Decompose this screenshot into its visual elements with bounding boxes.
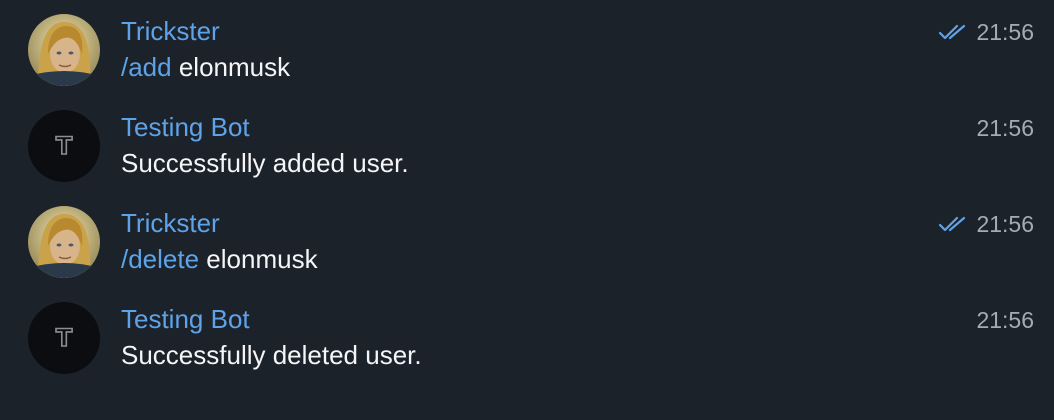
bot-avatar-letter: T: [56, 324, 73, 352]
user-avatar[interactable]: [28, 14, 100, 86]
user-photo-avatar: [28, 206, 100, 278]
message-row[interactable]: Trickster /delete elonmusk 21:56: [0, 192, 1054, 288]
message-meta: 21:56: [938, 210, 1034, 238]
message-time: 21:56: [976, 211, 1034, 237]
chat-history: Trickster /add elonmusk 21:56 T Testing …: [0, 0, 1054, 420]
sender-name[interactable]: Testing Bot: [121, 304, 250, 334]
message-time: 21:56: [976, 307, 1034, 333]
bot-letter-t-avatar: T: [28, 302, 100, 374]
message-text: /add elonmusk: [121, 52, 290, 82]
message-meta: 21:56: [976, 306, 1034, 334]
sender-name[interactable]: Trickster: [121, 208, 220, 238]
message-row[interactable]: T Testing Bot Successfully deleted user.…: [0, 288, 1054, 384]
bot-letter-t-avatar: T: [28, 110, 100, 182]
message-meta: 21:56: [976, 114, 1034, 142]
bot-command-link[interactable]: /add: [121, 52, 172, 82]
sender-name[interactable]: Testing Bot: [121, 112, 250, 142]
double-check-icon: [938, 215, 968, 233]
user-avatar[interactable]: [28, 206, 100, 278]
user-photo-avatar: [28, 14, 100, 86]
message-text: Successfully added user.: [121, 148, 409, 178]
message-text: Successfully deleted user.: [121, 340, 422, 370]
double-check-icon: [938, 23, 968, 41]
bot-command-link[interactable]: /delete: [121, 244, 199, 274]
sender-name[interactable]: Trickster: [121, 16, 220, 46]
message-time: 21:56: [976, 115, 1034, 141]
message-text: /delete elonmusk: [121, 244, 318, 274]
bot-avatar-letter: T: [56, 132, 73, 160]
message-row[interactable]: Trickster /add elonmusk 21:56: [0, 0, 1054, 96]
message-time: 21:56: [976, 19, 1034, 45]
bot-avatar[interactable]: T: [28, 302, 100, 374]
bot-avatar[interactable]: T: [28, 110, 100, 182]
message-meta: 21:56: [938, 18, 1034, 46]
message-row[interactable]: T Testing Bot Successfully added user. 2…: [0, 96, 1054, 192]
message-body: elonmusk: [199, 244, 318, 274]
message-body: elonmusk: [171, 52, 291, 82]
